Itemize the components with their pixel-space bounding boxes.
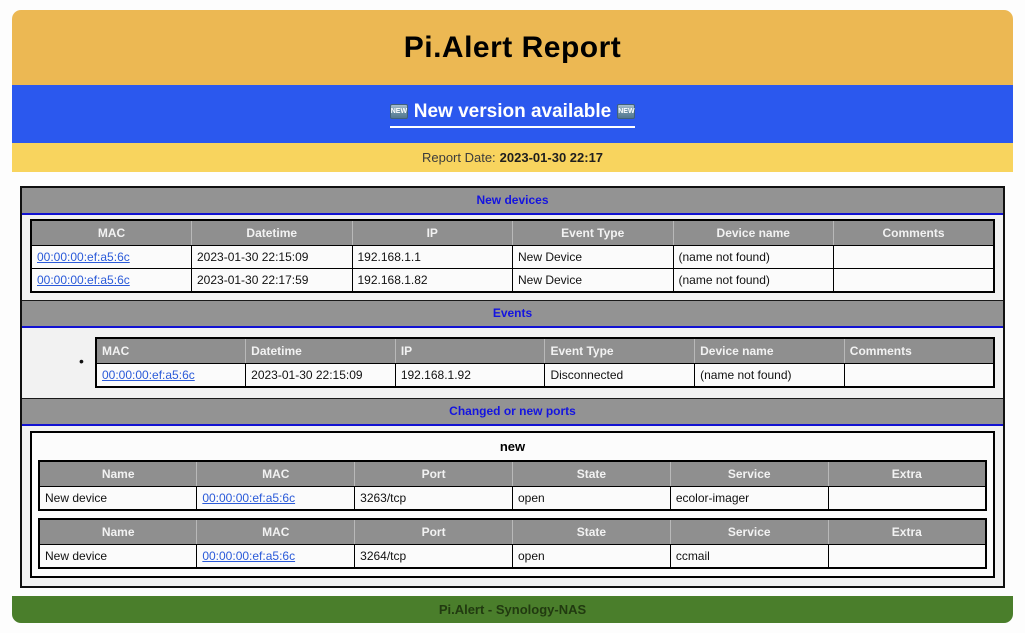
table-cell: 3263/tcp (355, 487, 513, 511)
table-row: 00:00:00:ef:a5:6c 2023-01-30 22:15:09192.… (96, 364, 994, 388)
table-cell: 00:00:00:ef:a5:6c (31, 246, 192, 269)
events-table: MACDatetimeIPEvent TypeDevice nameCommen… (95, 337, 995, 388)
new-badge-icon: NEW (617, 104, 635, 119)
section-title: Events (493, 306, 532, 320)
mac-link[interactable]: 00:00:00:ef:a5:6c (37, 273, 130, 287)
mac-link[interactable]: 00:00:00:ef:a5:6c (37, 250, 130, 264)
column-header: State (512, 461, 670, 487)
column-header: Device name (673, 220, 834, 246)
table-cell (844, 364, 994, 388)
column-header: IP (352, 220, 513, 246)
column-header: Port (355, 519, 513, 545)
list-bullet: • (79, 351, 95, 371)
report-footer: Pi.Alert - Synology-NAS (12, 596, 1013, 623)
table-cell (828, 545, 986, 569)
table-cell: (name not found) (673, 269, 834, 293)
table-row: 00:00:00:ef:a5:6c 2023-01-30 22:17:59192.… (31, 269, 994, 293)
column-header: MAC (197, 461, 355, 487)
report-date-bar: Report Date: 2023-01-30 22:17 (12, 143, 1013, 172)
new-version-banner: NEW New version available NEW (12, 85, 1013, 143)
table-cell: 2023-01-30 22:15:09 (246, 364, 396, 388)
column-header: Extra (828, 519, 986, 545)
column-header: IP (395, 338, 545, 364)
new-version-link-label: New version available (414, 101, 612, 123)
column-header: State (512, 519, 670, 545)
table-header-row: MACDatetimeIPEvent TypeDevice nameCommen… (96, 338, 994, 364)
column-header: Service (670, 461, 828, 487)
table-cell: New device (39, 487, 197, 511)
ports-group-title: new (38, 433, 987, 460)
page-title: Pi.Alert Report (404, 31, 622, 65)
pi-alert-report-page: Pi.Alert Report NEW New version availabl… (0, 0, 1025, 633)
column-header: Datetime (246, 338, 396, 364)
table-cell: 3264/tcp (355, 545, 513, 569)
table-row: New device 00:00:00:ef:a5:6c 3263/tcpopene… (39, 487, 986, 511)
table-header-row: NameMACPortStateServiceExtra (39, 519, 986, 545)
table-cell: 192.168.1.1 (352, 246, 513, 269)
column-header: MAC (31, 220, 192, 246)
column-header: Event Type (513, 220, 674, 246)
column-header: MAC (197, 519, 355, 545)
events-list-item: • MACDatetimeIPEvent TypeDevice nameComm… (22, 328, 1003, 398)
table-cell: 00:00:00:ef:a5:6c (197, 487, 355, 511)
table-cell: ecolor-imager (670, 487, 828, 511)
report-body: New devices MACDatetimeIPEvent TypeDevic… (20, 186, 1005, 588)
table-row: New device 00:00:00:ef:a5:6c 3264/tcpopenc… (39, 545, 986, 569)
table-cell: New device (39, 545, 197, 569)
table-cell: New Device (513, 269, 674, 293)
column-header: Event Type (545, 338, 695, 364)
ports-group-box: new NameMACPortStateServiceExtraNew devi… (30, 431, 995, 578)
table-cell: 192.168.1.92 (395, 364, 545, 388)
new-version-link[interactable]: NEW New version available NEW (390, 101, 636, 128)
column-header: MAC (96, 338, 246, 364)
ports-table-1: NameMACPortStateServiceExtraNew device00… (38, 460, 987, 511)
table-header-row: MACDatetimeIPEvent TypeDevice nameCommen… (31, 220, 994, 246)
table-cell: ccmail (670, 545, 828, 569)
column-header: Extra (828, 461, 986, 487)
new-devices-table: MACDatetimeIPEvent TypeDevice nameCommen… (30, 219, 995, 293)
table-cell: 192.168.1.82 (352, 269, 513, 293)
column-header: Datetime (192, 220, 353, 246)
table-cell: New Device (513, 246, 674, 269)
table-cell: open (512, 545, 670, 569)
column-header: Service (670, 519, 828, 545)
table-cell (828, 487, 986, 511)
table-cell: 2023-01-30 22:15:09 (192, 246, 353, 269)
table-cell: (name not found) (695, 364, 845, 388)
section-title: Changed or new ports (449, 404, 576, 418)
new-badge-icon: NEW (390, 104, 408, 119)
table-cell: (name not found) (673, 246, 834, 269)
column-header: Name (39, 461, 197, 487)
table-cell: open (512, 487, 670, 511)
table-header-row: NameMACPortStateServiceExtra (39, 461, 986, 487)
section-header-ports: Changed or new ports (22, 398, 1003, 426)
mac-link[interactable]: 00:00:00:ef:a5:6c (202, 491, 295, 505)
report-date-label: Report Date: (422, 150, 496, 165)
column-header: Comments (844, 338, 994, 364)
footer-label: Pi.Alert - Synology-NAS (439, 602, 586, 617)
section-header-new-devices: New devices (22, 188, 1003, 215)
table-row: 00:00:00:ef:a5:6c 2023-01-30 22:15:09192.… (31, 246, 994, 269)
table-cell: 2023-01-30 22:17:59 (192, 269, 353, 293)
mac-link[interactable]: 00:00:00:ef:a5:6c (102, 368, 195, 382)
table-cell: 00:00:00:ef:a5:6c (31, 269, 192, 293)
table-cell: Disconnected (545, 364, 695, 388)
new-devices-table-wrap: MACDatetimeIPEvent TypeDevice nameCommen… (30, 219, 995, 293)
column-header: Device name (695, 338, 845, 364)
section-title: New devices (476, 193, 548, 207)
table-cell (834, 269, 995, 293)
report-date-value: 2023-01-30 22:17 (500, 150, 603, 165)
ports-table-2: NameMACPortStateServiceExtraNew device00… (38, 518, 987, 569)
table-cell: 00:00:00:ef:a5:6c (96, 364, 246, 388)
column-header: Comments (834, 220, 995, 246)
column-header: Name (39, 519, 197, 545)
table-cell (834, 246, 995, 269)
table-cell: 00:00:00:ef:a5:6c (197, 545, 355, 569)
report-header: Pi.Alert Report (12, 10, 1013, 85)
mac-link[interactable]: 00:00:00:ef:a5:6c (202, 549, 295, 563)
section-header-events: Events (22, 300, 1003, 328)
column-header: Port (355, 461, 513, 487)
